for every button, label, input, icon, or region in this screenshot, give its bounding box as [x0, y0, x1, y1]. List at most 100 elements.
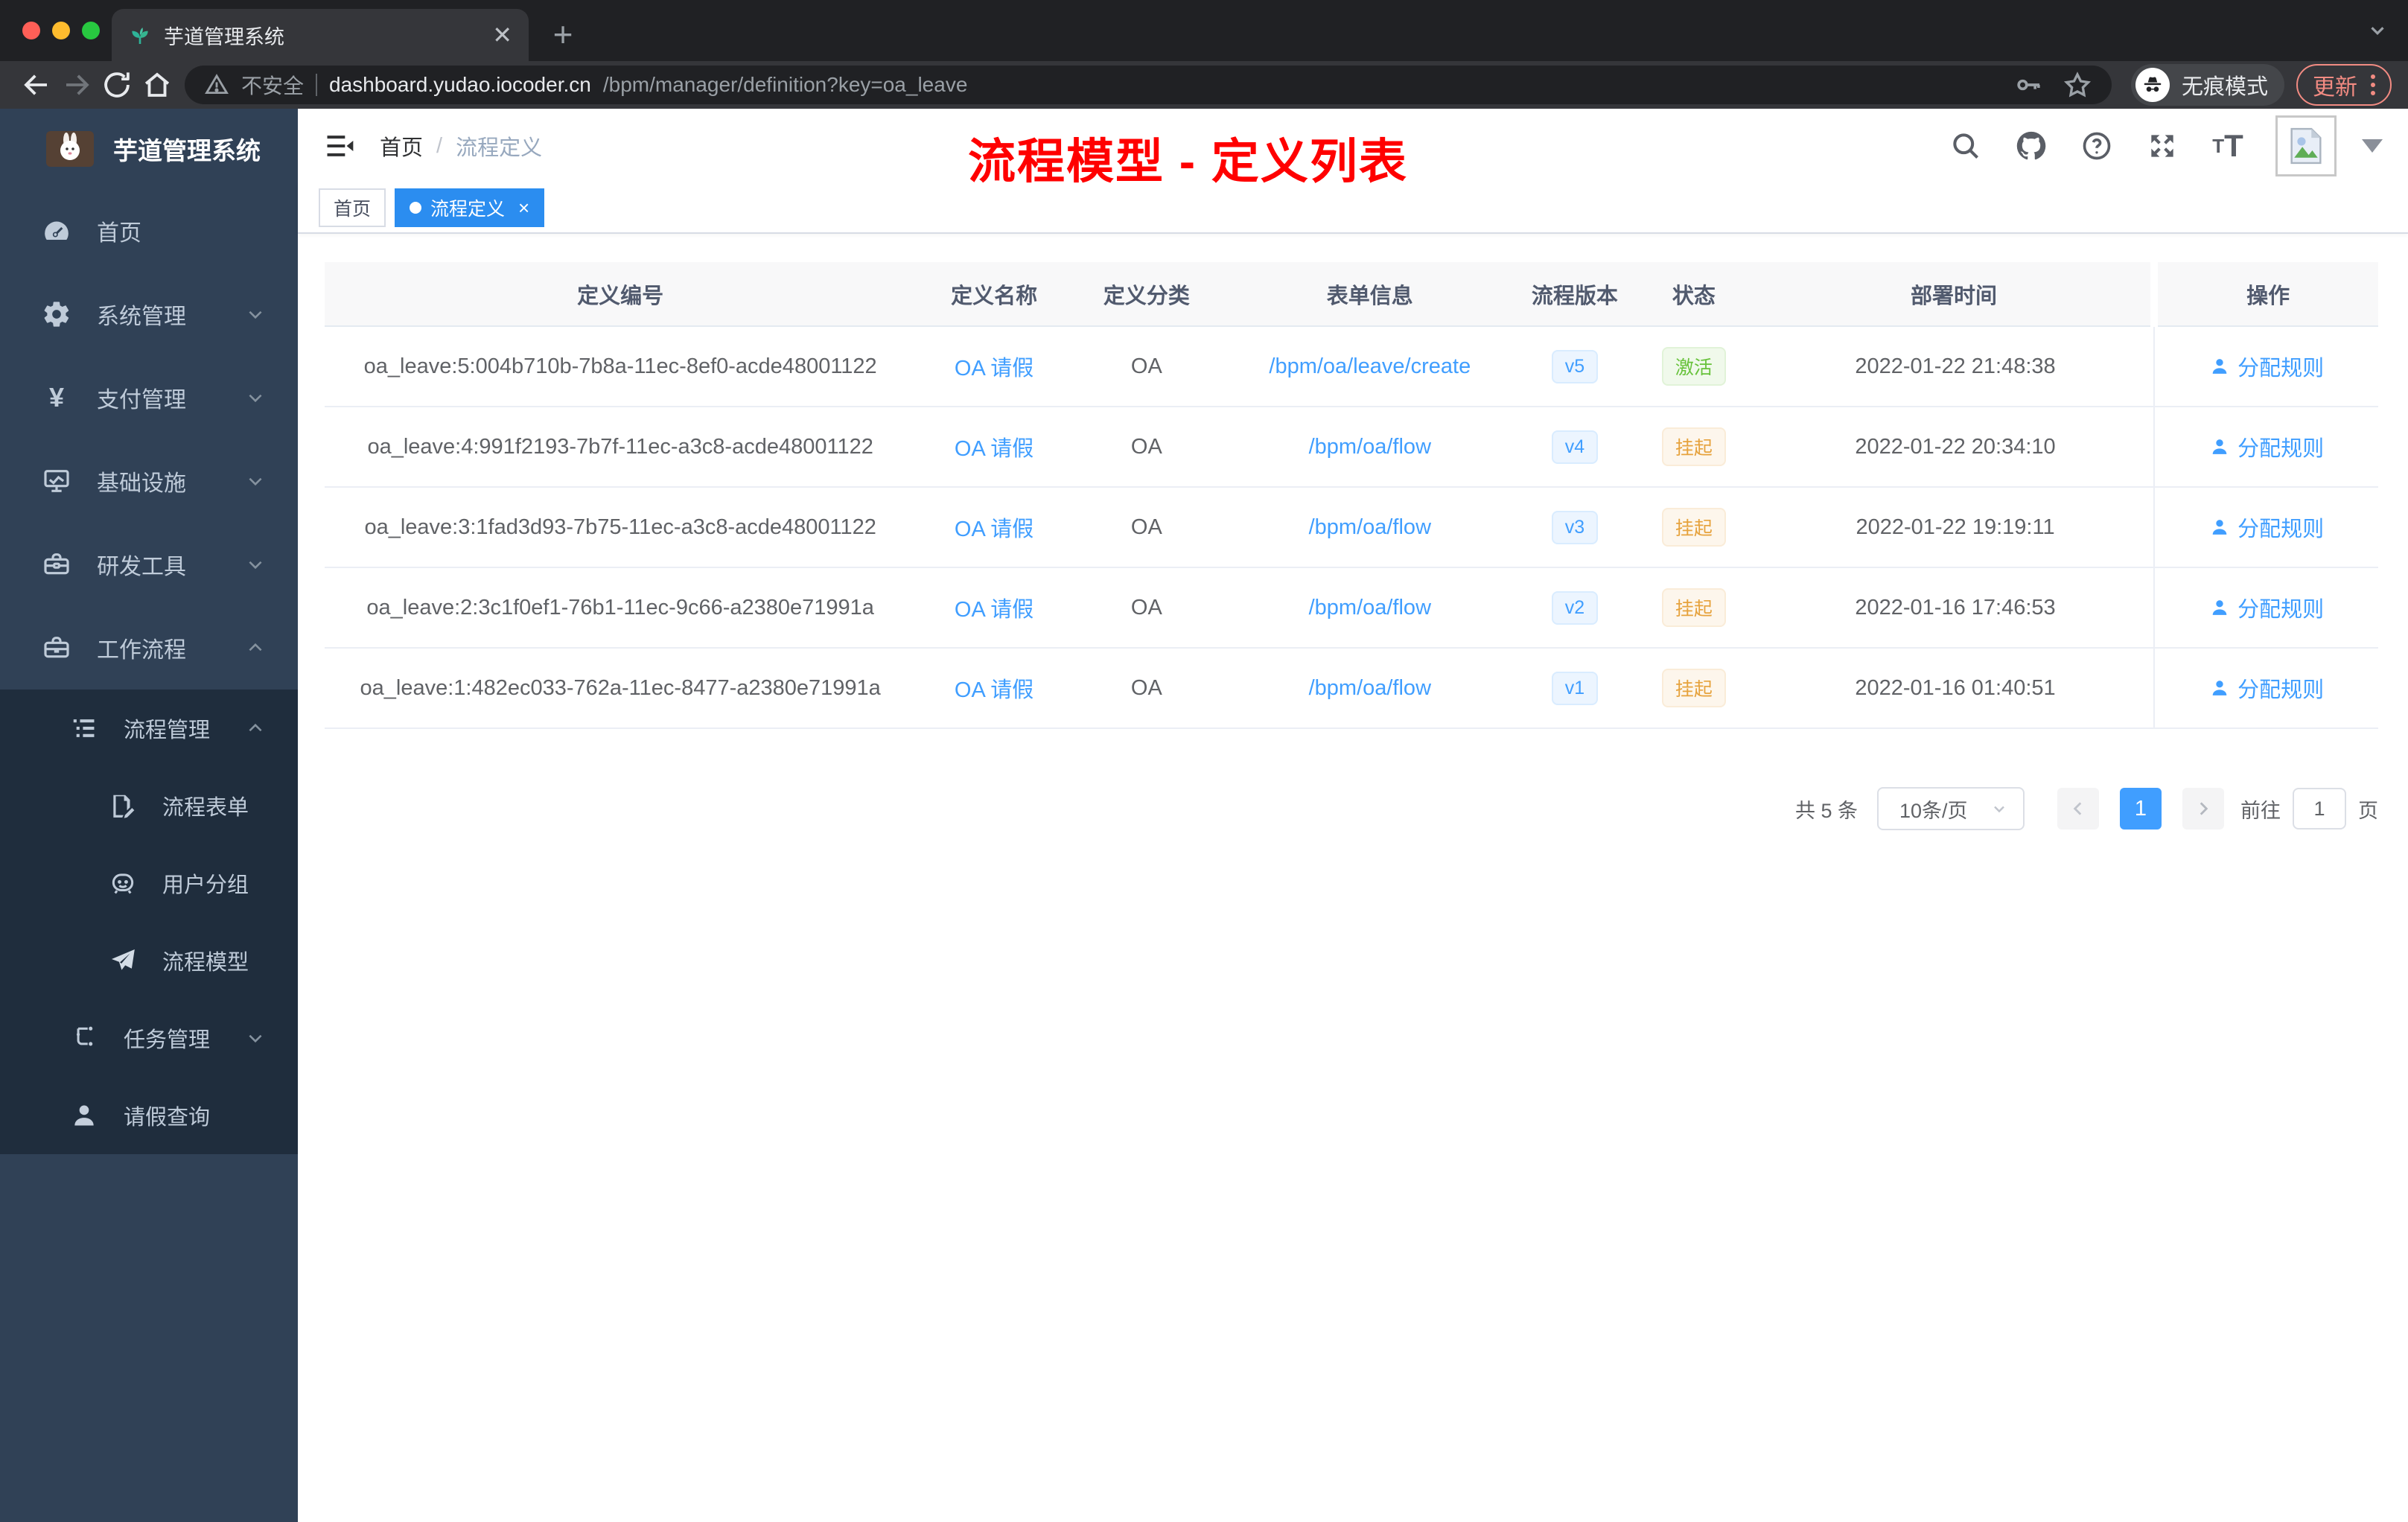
assign-rule-button[interactable]: 分配规则 — [2209, 512, 2324, 543]
sidebar-item-process-form[interactable]: 流程表单 — [0, 767, 298, 844]
incognito-label: 无痕模式 — [2181, 75, 2268, 99]
definition-name-link[interactable]: OA 请假 — [955, 518, 1033, 541]
cell-definition-id: oa_leave:5:004b710b-7b8a-11ec-8ef0-acde4… — [325, 326, 917, 407]
assign-rule-button[interactable]: 分配规则 — [2209, 351, 2324, 382]
assign-rule-button[interactable]: 分配规则 — [2209, 431, 2324, 462]
url-divider — [316, 74, 318, 96]
browser-tabstrip: 芋道管理系统 ✕ + — [0, 0, 2408, 61]
help-icon[interactable] — [2079, 128, 2115, 164]
toolbox-icon — [42, 550, 71, 579]
goto-label: 前往 — [2240, 799, 2281, 822]
page-unit-label: 页 — [2358, 799, 2378, 822]
workflow-submenu: 流程管理 流程表单 用户分组 流程模型 任务管理 请假查询 — [0, 690, 298, 1154]
definition-name-link[interactable]: OA 请假 — [955, 598, 1033, 622]
incognito-icon — [2135, 68, 2170, 102]
tab-title: 芋道管理系统 — [164, 25, 284, 48]
prev-page-button[interactable] — [2057, 788, 2099, 830]
form-link[interactable]: /bpm/oa/leave/create — [1269, 354, 1471, 378]
zoom-window-button[interactable] — [82, 22, 100, 39]
home-icon[interactable] — [137, 65, 177, 105]
sidebar-item-process-model[interactable]: 流程模型 — [0, 922, 298, 999]
new-tab-button[interactable]: + — [542, 13, 584, 55]
sidebar-item-system[interactable]: 系统管理 — [0, 273, 298, 356]
bookmark-star-icon[interactable] — [2063, 70, 2092, 100]
sidebar-item-task-management[interactable]: 任务管理 — [0, 999, 298, 1077]
tag-home[interactable]: 首页 — [319, 188, 386, 227]
assign-rule-button[interactable]: 分配规则 — [2209, 672, 2324, 704]
definition-name-link[interactable]: OA 请假 — [955, 357, 1033, 380]
address-bar[interactable]: 不安全 dashboard.yudao.iocoder.cn /bpm/mana… — [185, 66, 2112, 104]
form-link[interactable]: /bpm/oa/flow — [1309, 596, 1431, 620]
assign-rule-button[interactable]: 分配规则 — [2209, 592, 2324, 623]
back-icon[interactable] — [16, 65, 57, 105]
col-process-version: 流程版本 — [1518, 262, 1631, 327]
cell-category: OA — [1071, 567, 1221, 649]
close-window-button[interactable] — [22, 22, 40, 39]
form-link[interactable]: /bpm/oa/flow — [1309, 676, 1431, 700]
sidebar-item-user-group[interactable]: 用户分组 — [0, 844, 298, 922]
pagination: 共 5 条 10条/页 1 前往 页 — [325, 787, 2378, 830]
definition-name-link[interactable]: OA 请假 — [955, 437, 1033, 461]
sidebar-item-workflow[interactable]: 工作流程 — [0, 606, 298, 690]
version-badge: v2 — [1551, 590, 1599, 625]
definition-name-link[interactable]: OA 请假 — [955, 678, 1033, 702]
incognito-badge: 无痕模式 — [2130, 64, 2284, 106]
briefcase-icon — [42, 633, 71, 663]
browser-update-button[interactable]: 更新 — [2296, 64, 2392, 106]
font-size-small-t: T — [2212, 134, 2225, 157]
status-badge: 挂起 — [1661, 588, 1726, 627]
password-key-icon[interactable] — [2013, 70, 2043, 100]
page-1-button[interactable]: 1 — [2120, 788, 2162, 830]
browser-menu-icon[interactable] — [2371, 74, 2375, 95]
sidebar-collapse-icon[interactable] — [323, 130, 356, 162]
minimize-window-button[interactable] — [52, 22, 70, 39]
gear-icon — [42, 299, 71, 329]
breadcrumb-home[interactable]: 首页 — [380, 130, 423, 162]
table-row: oa_leave:5:004b710b-7b8a-11ec-8ef0-acde4… — [325, 326, 2378, 407]
sidebar-item-label: 请假查询 — [124, 1106, 211, 1130]
security-warning-icon[interactable] — [204, 72, 229, 98]
yen-icon: ¥ — [48, 382, 65, 413]
github-icon[interactable] — [2013, 128, 2049, 164]
form-link[interactable]: /bpm/oa/flow — [1309, 435, 1431, 459]
page-size-select[interactable]: 10条/页 — [1877, 787, 2025, 830]
security-label: 不安全 — [241, 74, 305, 98]
goto-page-input[interactable] — [2293, 788, 2346, 830]
url-host: dashboard.yudao.iocoder.cn — [329, 73, 591, 96]
sidebar-item-home[interactable]: 首页 — [0, 189, 298, 273]
sidebar-item-process-management[interactable]: 流程管理 — [0, 690, 298, 767]
tag-close-icon[interactable]: × — [518, 197, 529, 220]
avatar[interactable] — [2275, 115, 2337, 176]
search-icon[interactable] — [1948, 128, 1984, 164]
version-badge: v4 — [1551, 430, 1599, 464]
cell-category: OA — [1071, 407, 1221, 488]
fullscreen-icon[interactable] — [2144, 128, 2180, 164]
sidebar-item-payment[interactable]: ¥ 支付管理 — [0, 356, 298, 439]
assign-rule-label: 分配规则 — [2237, 678, 2325, 702]
favicon-plant-icon — [128, 23, 152, 47]
sidebar-item-leave-query[interactable]: 请假查询 — [0, 1077, 298, 1154]
cell-deploy-time: 2022-01-22 20:34:10 — [1756, 407, 2155, 488]
logo-avatar — [46, 131, 94, 167]
forward-icon[interactable] — [57, 65, 97, 105]
sidebar-item-devtools[interactable]: 研发工具 — [0, 523, 298, 606]
person-icon — [70, 1101, 98, 1130]
tab-close-icon[interactable]: ✕ — [492, 23, 512, 47]
assign-rule-label: 分配规则 — [2237, 517, 2325, 541]
sidebar-item-infrastructure[interactable]: 基础设施 — [0, 439, 298, 523]
browser-tab[interactable]: 芋道管理系统 ✕ — [112, 9, 529, 61]
form-link[interactable]: /bpm/oa/flow — [1309, 515, 1431, 539]
assign-rule-label: 分配规则 — [2237, 356, 2325, 380]
tag-label: 流程定义 — [430, 199, 506, 220]
tab-search-chevron-icon[interactable] — [2366, 19, 2389, 42]
avatar-caret-icon[interactable] — [2362, 139, 2383, 153]
robot-face-icon — [109, 869, 137, 897]
sidebar-logo[interactable]: 芋道管理系统 — [0, 109, 298, 189]
next-page-button[interactable] — [2182, 788, 2224, 830]
cell-definition-id: oa_leave:3:1fad3d93-7b75-11ec-a3c8-acde4… — [325, 487, 917, 568]
sidebar-item-label: 基础设施 — [97, 471, 186, 496]
tag-process-definition[interactable]: 流程定义 × — [395, 188, 545, 227]
font-size-icon[interactable]: TT — [2210, 128, 2246, 164]
reload-icon[interactable] — [97, 65, 137, 105]
sidebar-menu: 首页 系统管理 ¥ 支付管理 基础设施 研发工具 工作流程 流程管理 流程表单 … — [0, 189, 298, 1154]
